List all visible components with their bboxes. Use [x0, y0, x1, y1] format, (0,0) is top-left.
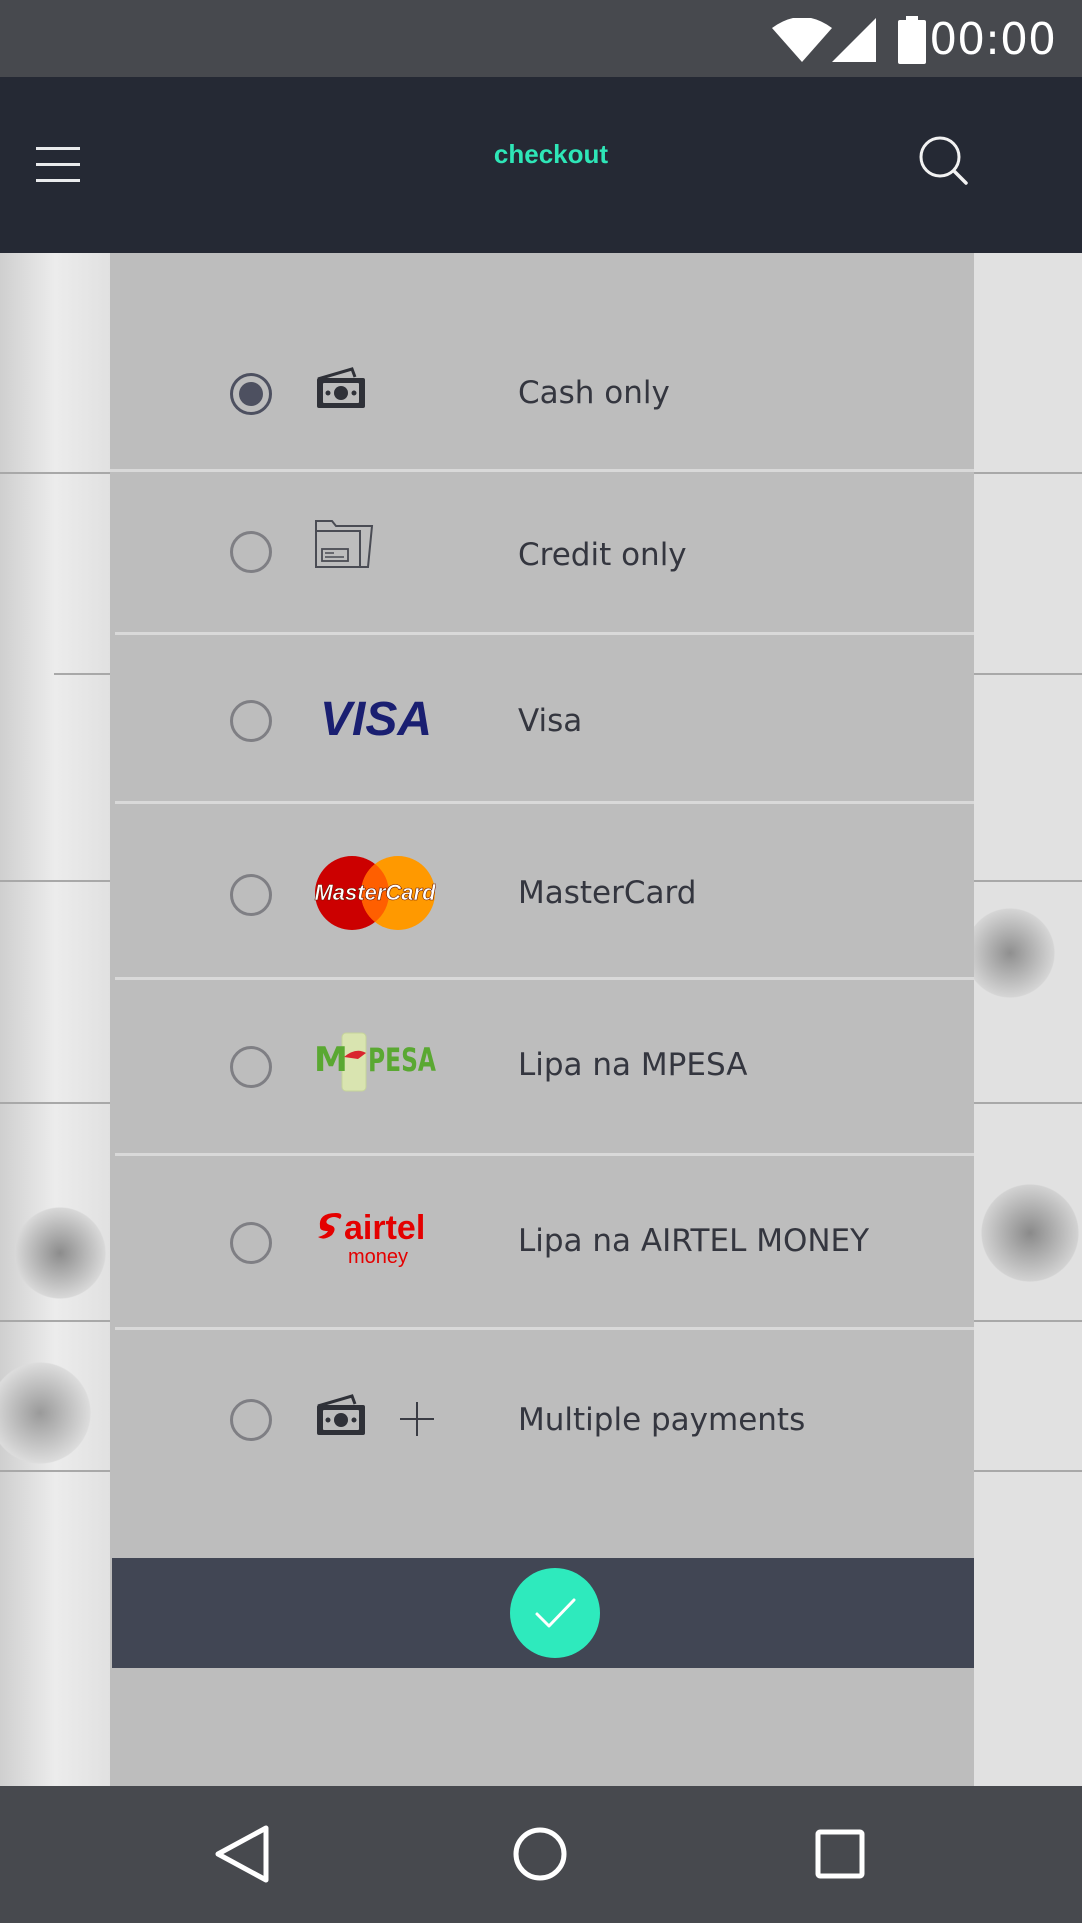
plus-icon [400, 1402, 434, 1436]
recents-icon[interactable] [800, 1814, 880, 1894]
status-bar: 00:00 [0, 0, 1082, 77]
svg-text:MasterCard: MasterCard [314, 880, 436, 905]
mastercard-logo: MasterCard [314, 856, 436, 930]
credit-folder-icon [315, 520, 374, 568]
home-icon[interactable] [500, 1814, 580, 1894]
payment-option-airtel-money[interactable]: airtel money Lipa na AIRTEL MONEY [110, 1201, 974, 1283]
radio-button[interactable] [230, 874, 272, 916]
confirm-button[interactable] [510, 1568, 600, 1658]
divider [110, 469, 974, 472]
payment-option-mpesa[interactable]: M PESA Lipa na MPESA [110, 1025, 974, 1107]
status-time: 00:00 [929, 14, 1056, 65]
payment-option-visa[interactable]: VISA Visa [110, 681, 974, 759]
radio-button[interactable] [230, 1046, 272, 1088]
payment-option-cash[interactable]: Cash only [110, 353, 974, 431]
mpesa-logo: M PESA [314, 1032, 436, 1092]
svg-text:money: money [348, 1246, 408, 1268]
navigation-bar [0, 1786, 1082, 1923]
visa-logo: VISA [320, 693, 432, 743]
radio-button[interactable] [230, 373, 272, 415]
checkmark-icon [535, 1598, 576, 1628]
payment-option-multiple[interactable]: Multiple payments [110, 1378, 974, 1460]
svg-text:M: M [314, 1040, 348, 1080]
cash-icon [317, 367, 365, 408]
back-icon[interactable] [202, 1814, 282, 1894]
radio-button[interactable] [230, 531, 272, 573]
cash-icon [317, 1394, 365, 1435]
signal-icon [832, 18, 876, 62]
svg-text:airtel: airtel [344, 1209, 425, 1247]
payment-option-label: Multiple payments [518, 1402, 806, 1438]
divider [115, 977, 974, 980]
payment-option-label: Visa [518, 703, 583, 739]
airtel-money-logo: airtel money [318, 1209, 425, 1268]
svg-text:PESA: PESA [368, 1041, 436, 1079]
radio-button[interactable] [230, 700, 272, 742]
svg-text:VISA: VISA [320, 693, 432, 743]
app-bar: checkout [0, 77, 1082, 253]
payment-option-mastercard[interactable]: MasterCard MasterCard [110, 853, 974, 935]
radio-button[interactable] [230, 1399, 272, 1441]
payment-option-label: MasterCard [518, 875, 697, 911]
confirm-bar [112, 1558, 974, 1668]
divider [115, 632, 974, 635]
search-icon[interactable] [918, 135, 970, 187]
payment-option-label: Cash only [518, 375, 670, 411]
payment-option-credit[interactable]: Credit only [110, 515, 974, 593]
radio-button[interactable] [230, 1222, 272, 1264]
payment-option-label: Credit only [518, 537, 687, 573]
wifi-icon [772, 18, 832, 62]
payment-option-label: Lipa na MPESA [518, 1047, 748, 1083]
divider [115, 1327, 974, 1330]
payment-method-panel: Cash only Credit only VISA Visa MasterCa… [110, 253, 974, 1786]
divider [115, 801, 974, 804]
payment-option-label: Lipa na AIRTEL MONEY [518, 1223, 870, 1259]
divider [115, 1153, 974, 1156]
battery-icon [898, 16, 926, 64]
